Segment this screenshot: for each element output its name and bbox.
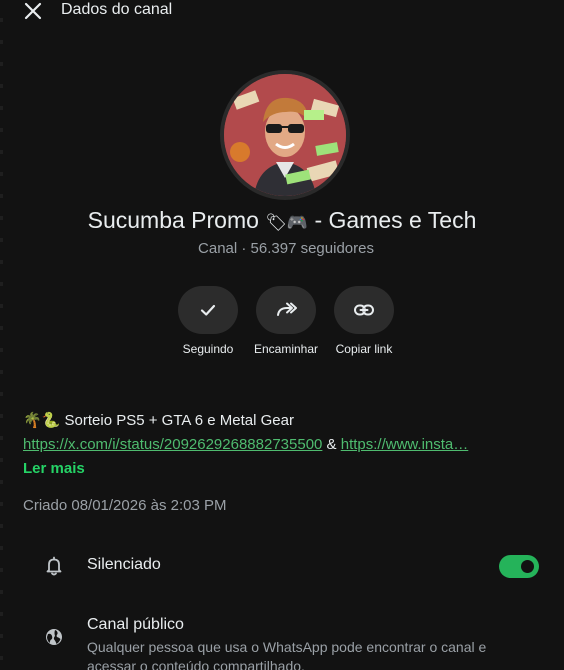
channel-avatar[interactable]: [220, 70, 350, 200]
muted-toggle-knob: [521, 560, 534, 573]
close-button[interactable]: [22, 0, 44, 22]
description-link-x[interactable]: https://x.com/i/status/20926292688827355…: [23, 436, 322, 453]
page-title: Dados do canal: [61, 1, 173, 18]
forward-button[interactable]: Encaminhar: [246, 286, 326, 356]
description-links: https://x.com/i/status/20926292688827355…: [23, 433, 543, 457]
copy-link-button-circle: [334, 286, 394, 334]
bell-icon: [46, 556, 62, 576]
check-icon: [200, 304, 216, 316]
muted-toggle[interactable]: [499, 555, 539, 578]
forward-button-circle: [256, 286, 316, 334]
channel-name-emoji: 🏷🎮: [265, 213, 309, 233]
channel-description: 🌴🐍 Sorteio PS5 + GTA 6 e Metal Gear http…: [23, 408, 543, 481]
action-buttons: Seguindo Encaminhar Copiar link: [0, 286, 564, 366]
following-label: Seguindo: [182, 342, 234, 356]
description-text: Sorteio PS5 + GTA 6 e Metal Gear: [60, 412, 294, 429]
copy-link-label: Copiar link: [335, 342, 393, 356]
channel-name-suffix: - Games e Tech: [308, 207, 477, 233]
description-emoji: 🌴🐍: [23, 411, 61, 429]
description-line: 🌴🐍 Sorteio PS5 + GTA 6 e Metal Gear: [23, 408, 543, 433]
muted-setting-row[interactable]: Silenciado: [0, 554, 564, 578]
copy-link-button[interactable]: Copiar link: [324, 286, 404, 356]
link-icon: [354, 304, 374, 316]
forward-label: Encaminhar: [253, 342, 319, 356]
public-channel-label: Canal público: [87, 616, 184, 633]
muted-label: Silenciado: [87, 556, 161, 573]
read-more-link[interactable]: Ler mais: [23, 457, 543, 481]
public-channel-description: Qualquer pessoa que usa o WhatsApp pode …: [87, 639, 487, 670]
channel-name: Sucumba Promo 🏷🎮 - Games e Tech: [0, 207, 564, 234]
channel-name-text: Sucumba Promo: [87, 207, 266, 233]
following-button-circle: [178, 286, 238, 334]
header: Dados do canal: [0, 0, 564, 22]
globe-icon: [46, 629, 62, 645]
avatar-image: [224, 74, 346, 196]
avatar-illustration: [224, 74, 346, 196]
channel-info-page: Dados do canal Sucumba Promo 🏷🎮 - Games …: [0, 0, 564, 670]
channel-followers: Canal · 56.397 seguidores: [198, 240, 374, 257]
public-channel-row[interactable]: Canal público Qualquer pessoa que usa o …: [0, 614, 564, 670]
description-link-instagram[interactable]: https://www.insta…: [341, 436, 469, 453]
forward-icon: [277, 302, 297, 316]
created-date: Criado 08/01/2026 às 2:03 PM: [23, 497, 227, 514]
close-icon: [24, 2, 42, 20]
description-separator: &: [322, 436, 341, 453]
following-button[interactable]: Seguindo: [168, 286, 248, 356]
